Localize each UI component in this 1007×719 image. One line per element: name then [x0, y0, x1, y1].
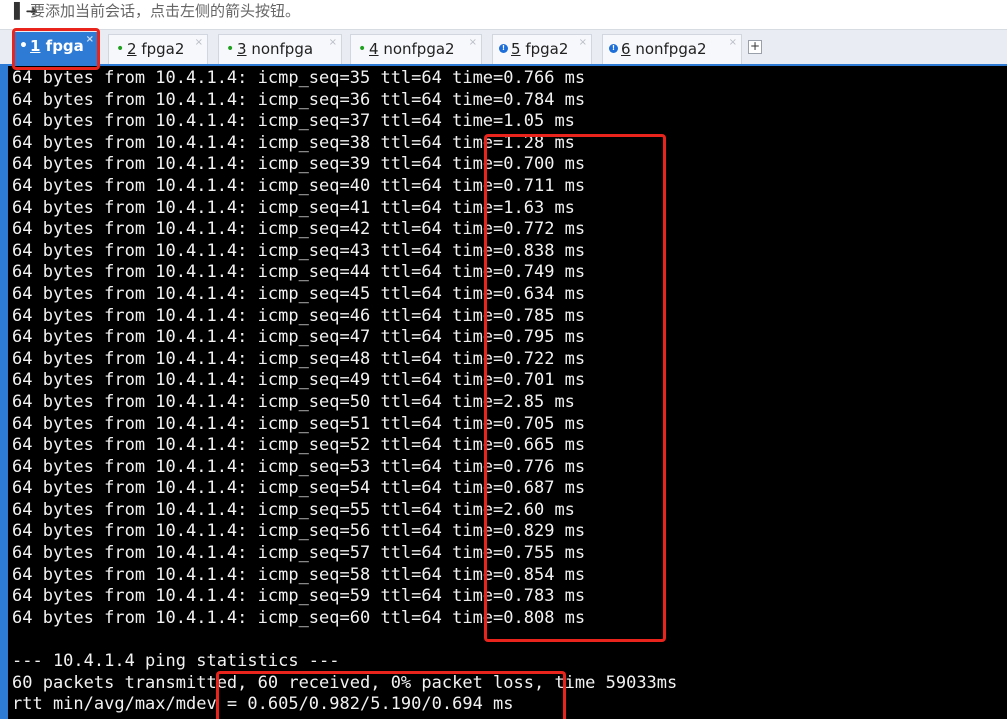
- tab-6-nonfpga2[interactable]: ! 6 nonfpga2 ×: [602, 34, 742, 64]
- tab-status-dot-icon: •: [226, 41, 235, 57]
- add-tab-button[interactable]: +: [748, 40, 762, 54]
- tab-info-icon: !: [609, 44, 618, 53]
- tab-number: 4: [369, 40, 379, 58]
- terminal-line: 64 bytes from 10.4.1.4: icmp_seq=40 ttl=…: [12, 175, 586, 196]
- tab-number: 5: [511, 40, 521, 58]
- tab-name: nonfpga: [251, 40, 314, 58]
- terminal-line: 64 bytes from 10.4.1.4: icmp_seq=41 ttl=…: [12, 197, 575, 218]
- terminal-line: rtt min/avg/max/mdev = 0.605/0.982/5.190…: [12, 694, 514, 715]
- terminal-line: 64 bytes from 10.4.1.4: icmp_seq=54 ttl=…: [12, 478, 586, 499]
- terminal-output[interactable]: 64 bytes from 10.4.1.4: icmp_seq=35 ttl=…: [0, 66, 1007, 719]
- tab-name: fpga2: [141, 40, 185, 58]
- terminal-line: 64 bytes from 10.4.1.4: icmp_seq=39 ttl=…: [12, 154, 586, 175]
- tab-1-fpga[interactable]: • 1 fpga ×: [12, 32, 98, 64]
- tab-label: 6 nonfpga2: [621, 35, 707, 63]
- tab-5-fpga2[interactable]: ! 5 fpga2 ×: [492, 34, 592, 64]
- terminal-line: 64 bytes from 10.4.1.4: icmp_seq=58 ttl=…: [12, 564, 586, 585]
- tab-name: fpga: [45, 37, 84, 55]
- terminal-line: 64 bytes from 10.4.1.4: icmp_seq=43 ttl=…: [12, 240, 586, 261]
- tab-number: 3: [237, 40, 247, 58]
- terminal-app-window: ▌➜ 要添加当前会话，点击左侧的箭头按钮。 • 1 fpga × • 2 fpga2 × •…: [0, 0, 1007, 719]
- terminal-lines: 64 bytes from 10.4.1.4: icmp_seq=35 ttl=…: [12, 68, 677, 716]
- terminal-line: 64 bytes from 10.4.1.4: icmp_seq=45 ttl=…: [12, 283, 586, 304]
- hint-text: 要添加当前会话，点击左侧的箭头按钮。: [30, 2, 301, 20]
- terminal-line: 64 bytes from 10.4.1.4: icmp_seq=49 ttl=…: [12, 370, 586, 391]
- tab-name: fpga2: [525, 40, 569, 58]
- terminal-line: 64 bytes from 10.4.1.4: icmp_seq=52 ttl=…: [12, 435, 586, 456]
- tab-4-nonfpga2[interactable]: • 4 nonfpga2 ×: [350, 34, 482, 64]
- tab-label: 1 fpga: [30, 32, 84, 60]
- tab-status-dot-icon: •: [19, 38, 28, 54]
- tab-label: 2 fpga2: [127, 35, 184, 63]
- tab-info-icon: !: [499, 44, 508, 53]
- terminal-line: 64 bytes from 10.4.1.4: icmp_seq=44 ttl=…: [12, 262, 586, 283]
- terminal-line: 64 bytes from 10.4.1.4: icmp_seq=36 ttl=…: [12, 89, 586, 110]
- terminal-line: 64 bytes from 10.4.1.4: icmp_seq=46 ttl=…: [12, 305, 586, 326]
- tab-3-nonfpga[interactable]: • 3 nonfpga ×: [218, 34, 342, 64]
- terminal-line: 64 bytes from 10.4.1.4: icmp_seq=37 ttl=…: [12, 111, 575, 132]
- session-hint-bar: ▌➜ 要添加当前会话，点击左侧的箭头按钮。: [0, 0, 1007, 30]
- terminal-line: 64 bytes from 10.4.1.4: icmp_seq=47 ttl=…: [12, 327, 586, 348]
- tab-close-icon[interactable]: ×: [86, 26, 94, 54]
- terminal-line: 64 bytes from 10.4.1.4: icmp_seq=48 ttl=…: [12, 348, 586, 369]
- tab-2-fpga2[interactable]: • 2 fpga2 ×: [108, 34, 208, 64]
- terminal-line: 64 bytes from 10.4.1.4: icmp_seq=55 ttl=…: [12, 499, 575, 520]
- terminal-line: 64 bytes from 10.4.1.4: icmp_seq=60 ttl=…: [12, 607, 586, 628]
- tab-name: nonfpga2: [635, 40, 707, 58]
- tab-status-dot-icon: •: [116, 41, 125, 57]
- session-tab-strip: • 1 fpga × • 2 fpga2 × • 3 nonfpga × • 4 nonfpga2 ×…: [0, 30, 1007, 66]
- tab-label: 5 fpga2: [511, 35, 568, 63]
- tab-label: 3 nonfpga: [237, 35, 313, 63]
- tab-close-icon[interactable]: ×: [329, 29, 337, 57]
- terminal-line: 64 bytes from 10.4.1.4: icmp_seq=42 ttl=…: [12, 219, 586, 240]
- tab-close-icon[interactable]: ×: [579, 29, 587, 57]
- terminal-line: --- 10.4.1.4 ping statistics ---: [12, 651, 340, 672]
- terminal-line: 64 bytes from 10.4.1.4: icmp_seq=38 ttl=…: [12, 132, 575, 153]
- tab-name: nonfpga2: [383, 40, 455, 58]
- terminal-line: 64 bytes from 10.4.1.4: icmp_seq=50 ttl=…: [12, 391, 575, 412]
- terminal-line: 64 bytes from 10.4.1.4: icmp_seq=56 ttl=…: [12, 521, 586, 542]
- tab-number: 2: [127, 40, 137, 58]
- tab-number: 1: [30, 37, 41, 55]
- tab-close-icon[interactable]: ×: [469, 29, 477, 57]
- tab-close-icon[interactable]: ×: [729, 29, 737, 57]
- tab-number: 6: [621, 40, 631, 58]
- tab-status-dot-icon: •: [358, 41, 367, 57]
- terminal-line: 64 bytes from 10.4.1.4: icmp_seq=59 ttl=…: [12, 586, 586, 607]
- terminal-line: 64 bytes from 10.4.1.4: icmp_seq=35 ttl=…: [12, 68, 586, 88]
- tab-close-icon[interactable]: ×: [195, 29, 203, 57]
- terminal-line: 64 bytes from 10.4.1.4: icmp_seq=57 ttl=…: [12, 543, 586, 564]
- terminal-line: 64 bytes from 10.4.1.4: icmp_seq=53 ttl=…: [12, 456, 586, 477]
- terminal-line: 60 packets transmitted, 60 received, 0% …: [12, 672, 678, 693]
- tab-label: 4 nonfpga2: [369, 35, 455, 63]
- terminal-line: 64 bytes from 10.4.1.4: icmp_seq=51 ttl=…: [12, 413, 586, 434]
